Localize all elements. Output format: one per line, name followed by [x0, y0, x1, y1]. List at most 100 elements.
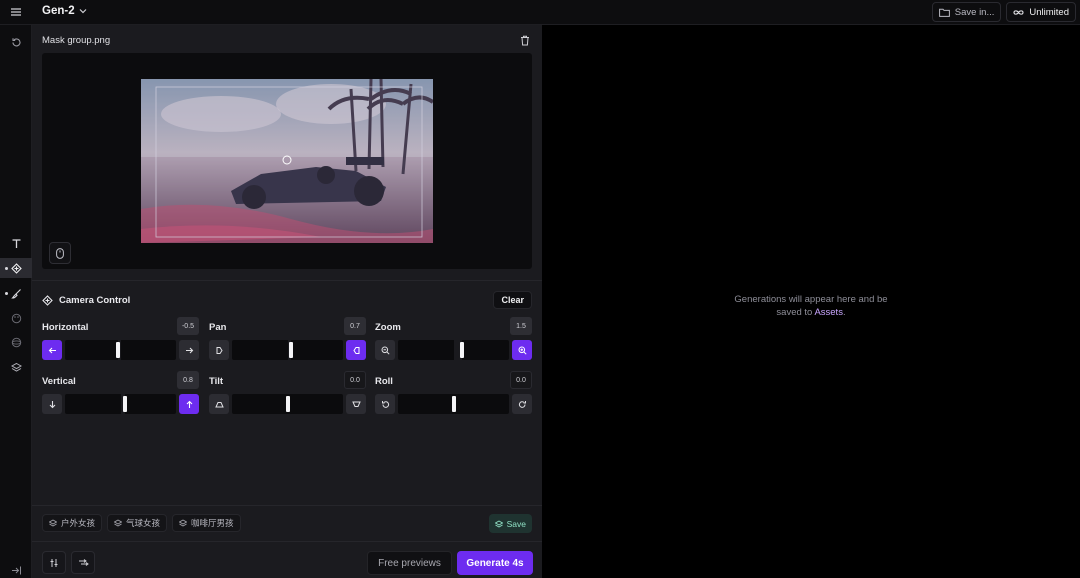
collapse-icon[interactable]	[6, 560, 26, 578]
zoom-slider[interactable]	[398, 340, 509, 360]
tilt-value[interactable]: 0.0	[344, 371, 366, 389]
assets-link[interactable]: Assets	[814, 307, 843, 318]
tilt-slider[interactable]	[232, 394, 343, 414]
slider-thumb[interactable]	[286, 396, 290, 412]
palette-icon[interactable]	[6, 308, 26, 328]
zoom-control: Zoom 1.5	[375, 317, 532, 367]
tilt-down-button[interactable]	[346, 394, 366, 414]
camera-presets: 户外女孩 气球女孩 咖啡厅男孩	[42, 514, 241, 532]
save-preset-label: Save	[506, 518, 526, 529]
roll-control: Roll 0.0	[375, 371, 532, 421]
horizontal-label: Horizontal	[42, 322, 89, 333]
motion-icon	[78, 558, 89, 566]
pan-left-button[interactable]	[209, 340, 229, 360]
menu-icon[interactable]	[6, 3, 26, 21]
empty-state-message: Generations will appear here and be save…	[542, 293, 1080, 319]
arrow-up-icon	[186, 400, 192, 408]
rotate-ccw-icon	[381, 400, 389, 408]
presets-divider	[32, 505, 542, 506]
layers-icon	[179, 519, 188, 527]
roll-cw-button[interactable]	[512, 394, 532, 414]
zoom-out-icon	[381, 346, 390, 355]
sliders-icon	[50, 558, 58, 567]
empty-state-prefix: saved to	[776, 307, 815, 318]
horizontal-control: Horizontal -0.5	[42, 317, 199, 367]
slider-thumb[interactable]	[460, 342, 464, 358]
unlimited-label: Unlimited	[1029, 6, 1069, 18]
slider-thumb[interactable]	[289, 342, 293, 358]
image-preview[interactable]	[42, 53, 532, 269]
chevron-down-icon	[79, 9, 87, 14]
pan-left-icon	[216, 346, 223, 354]
roll-slider[interactable]	[398, 394, 509, 414]
section-divider	[32, 280, 542, 281]
brush-icon[interactable]	[5, 283, 26, 303]
refresh-icon[interactable]	[6, 32, 26, 52]
empty-state-line1: Generations will appear here and be	[734, 294, 888, 305]
horizontal-left-button[interactable]	[42, 340, 62, 360]
horizontal-value[interactable]: -0.5	[177, 317, 199, 335]
vertical-value[interactable]: 0.8	[177, 371, 199, 389]
pan-right-icon	[352, 346, 359, 354]
save-in-label: Save in...	[954, 6, 995, 18]
zoom-in-icon	[518, 346, 527, 355]
tilt-down-icon	[351, 401, 361, 407]
zoom-in-button[interactable]	[512, 340, 532, 360]
arrow-left-icon	[48, 347, 56, 353]
preset-chip[interactable]: 户外女孩	[42, 514, 103, 532]
camera-control-tool-icon[interactable]	[0, 258, 32, 278]
roll-ccw-button[interactable]	[375, 394, 395, 414]
pan-right-button[interactable]	[346, 340, 366, 360]
unlimited-button[interactable]: Unlimited	[1006, 2, 1076, 22]
left-sidebar	[0, 25, 32, 578]
tilt-up-button[interactable]	[209, 394, 229, 414]
slider-thumb[interactable]	[116, 342, 120, 358]
slider-thumb[interactable]	[452, 396, 456, 412]
save-in-button[interactable]: Save in...	[931, 2, 1002, 22]
layers-icon	[49, 519, 57, 527]
roll-value[interactable]: 0.0	[510, 371, 532, 389]
generation-panel: Mask group.png Camera Control Clear Hori…	[32, 25, 542, 578]
camera-control-header: Camera Control	[42, 295, 130, 306]
mouse-icon[interactable]	[49, 242, 71, 264]
sphere-icon[interactable]	[6, 332, 26, 352]
free-previews-button[interactable]: Free previews	[367, 551, 452, 575]
settings-button[interactable]	[42, 551, 66, 574]
motion-button[interactable]	[71, 551, 95, 574]
top-bar: Gen-2 Save in... Unlimited	[0, 0, 1080, 25]
vertical-down-button[interactable]	[42, 394, 62, 414]
horizontal-right-button[interactable]	[179, 340, 199, 360]
rotate-cw-icon	[518, 400, 526, 408]
infinity-icon	[1013, 9, 1024, 15]
preset-chip[interactable]: 气球女孩	[107, 514, 168, 532]
vertical-slider[interactable]	[65, 394, 176, 414]
empty-state-line2: saved to Assets.	[542, 306, 1080, 319]
horizontal-slider[interactable]	[65, 340, 176, 360]
vertical-up-button[interactable]	[179, 394, 199, 414]
trash-icon[interactable]	[520, 35, 530, 49]
indicator-dot	[5, 292, 8, 295]
generate-button[interactable]: Generate 4s	[457, 551, 533, 575]
vertical-control: Vertical 0.8	[42, 371, 199, 421]
save-preset-button[interactable]: Save	[488, 514, 532, 533]
pan-control: Pan 0.7	[209, 317, 366, 367]
layers-icon	[114, 519, 123, 527]
zoom-value[interactable]: 1.5	[510, 317, 532, 335]
zoom-out-button[interactable]	[375, 340, 395, 360]
arrow-right-icon	[185, 347, 193, 353]
preset-label: 气球女孩	[126, 518, 161, 528]
roll-label: Roll	[375, 376, 393, 387]
text-icon[interactable]	[6, 233, 26, 253]
model-selector[interactable]: Gen-2	[42, 5, 87, 17]
clear-button[interactable]: Clear	[493, 291, 532, 309]
empty-state-suffix: .	[842, 307, 846, 318]
camera-control-icon	[42, 295, 53, 306]
pan-slider[interactable]	[232, 340, 343, 360]
pan-value[interactable]: 0.7	[344, 317, 366, 335]
tilt-up-icon	[214, 401, 224, 407]
slider-thumb[interactable]	[123, 396, 127, 412]
model-name: Gen-2	[42, 5, 75, 17]
preset-label: 咖啡厅男孩	[191, 518, 234, 528]
preset-chip[interactable]: 咖啡厅男孩	[172, 514, 241, 532]
layers-icon[interactable]	[6, 357, 26, 377]
